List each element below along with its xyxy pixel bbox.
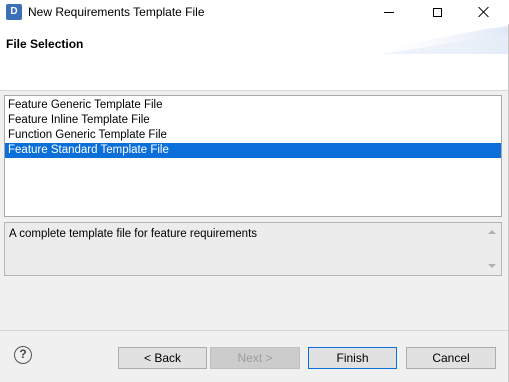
- cancel-button[interactable]: Cancel: [406, 347, 496, 369]
- help-icon[interactable]: ?: [14, 346, 32, 364]
- dialog-window: D New Requirements Template File File Se…: [0, 0, 509, 382]
- list-item[interactable]: Feature Generic Template File: [5, 98, 501, 113]
- scroll-down-icon[interactable]: [488, 264, 496, 268]
- page-title: File Selection: [6, 37, 84, 51]
- description-scrollbar[interactable]: [486, 226, 499, 272]
- wizard-banner: File Selection: [0, 24, 508, 91]
- maximize-icon: [432, 7, 442, 17]
- banner-graphic: [358, 26, 508, 54]
- maximize-button[interactable]: [414, 0, 460, 24]
- template-list[interactable]: Feature Generic Template File Feature In…: [4, 95, 502, 217]
- finish-button[interactable]: Finish: [308, 347, 397, 369]
- footer-separator: [0, 330, 508, 331]
- description-text: A complete template file for feature req…: [9, 228, 258, 240]
- back-button[interactable]: < Back: [118, 347, 207, 369]
- title-bar[interactable]: D New Requirements Template File: [0, 0, 509, 24]
- list-item-selected[interactable]: Feature Standard Template File: [5, 143, 501, 158]
- window-title: New Requirements Template File: [28, 5, 205, 19]
- minimize-icon: [384, 11, 394, 13]
- close-button[interactable]: [461, 0, 507, 24]
- minimize-button[interactable]: [366, 0, 412, 24]
- next-button[interactable]: Next >: [210, 347, 300, 369]
- scroll-up-icon[interactable]: [488, 230, 496, 234]
- list-item[interactable]: Feature Inline Template File: [5, 113, 501, 128]
- description-box: A complete template file for feature req…: [4, 222, 502, 276]
- list-item[interactable]: Function Generic Template File: [5, 128, 501, 143]
- close-icon: [478, 6, 490, 18]
- app-icon: D: [6, 4, 22, 20]
